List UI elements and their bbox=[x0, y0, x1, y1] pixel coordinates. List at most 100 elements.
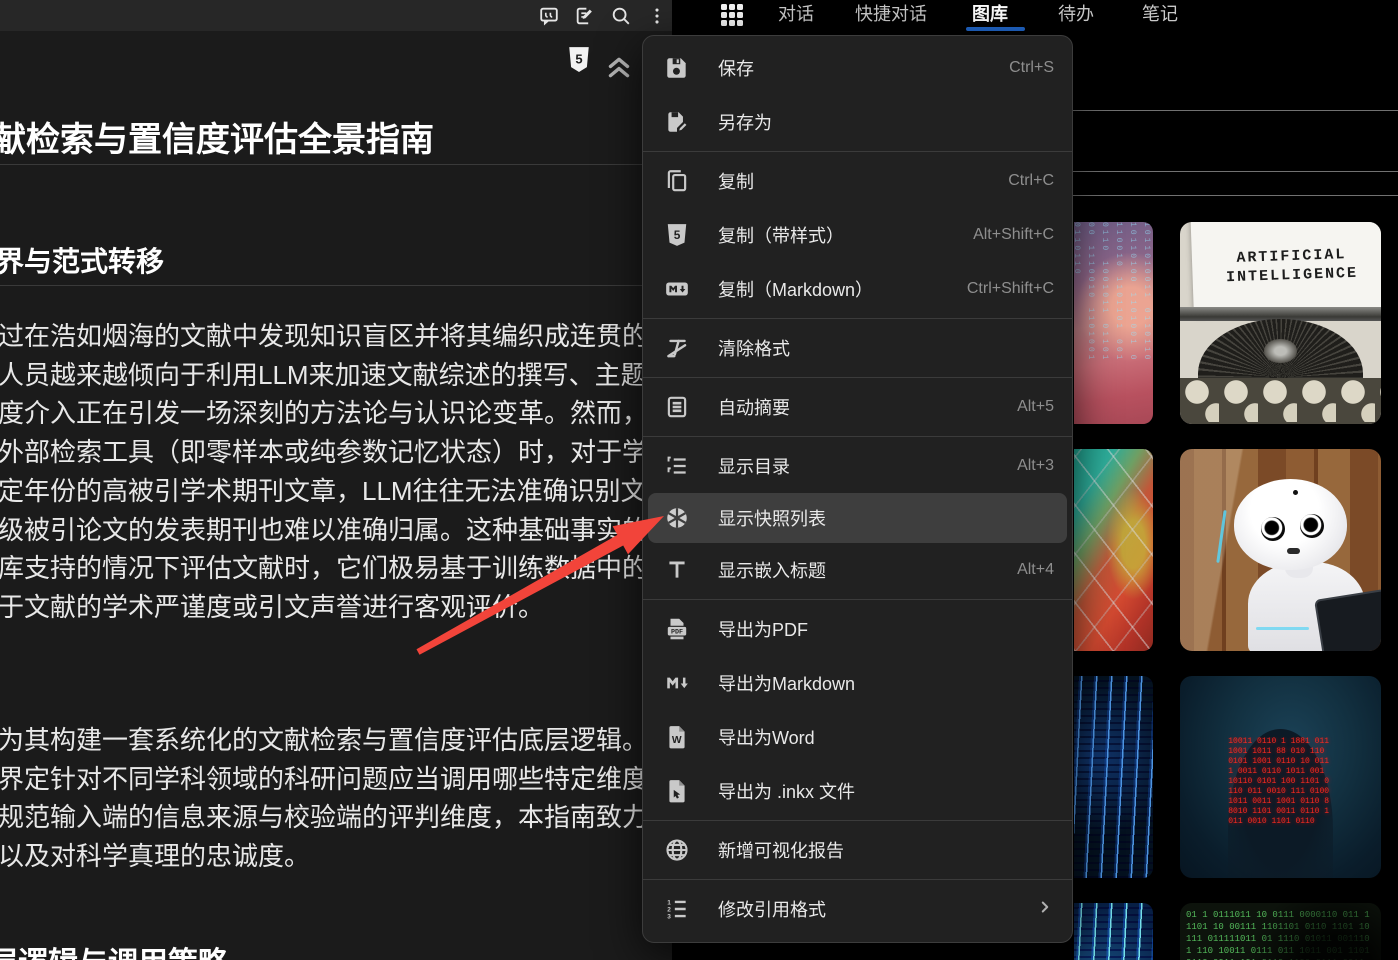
app-grid-icon[interactable] bbox=[721, 4, 745, 28]
robot-head bbox=[1234, 479, 1347, 570]
menu-item-export-markdown[interactable]: 导出为Markdown bbox=[643, 656, 1072, 710]
typewriter-hub bbox=[1264, 339, 1296, 363]
text-line: 外部检索工具（即零样本或纯参数记忆状态）时，对于学 bbox=[0, 433, 648, 472]
summary-document-icon bbox=[664, 394, 690, 420]
text-line: 过在浩如烟海的文献中发现知识盲区并将其编织成连贯的 bbox=[0, 317, 648, 356]
svg-text:W: W bbox=[672, 735, 682, 746]
menu-item-export-word[interactable]: W 导出为Word bbox=[643, 710, 1072, 764]
chainlink-fence-overlay bbox=[1074, 449, 1153, 651]
text-line: 度介入正在引发一场深刻的方法论与认识论变革。然而， bbox=[0, 394, 648, 433]
html5-badge-icon: 5 bbox=[664, 222, 690, 248]
text-line: 人员越来越倾向于利用LLM来加速文献综述的撰写、主题 bbox=[0, 356, 648, 395]
menu-divider bbox=[643, 599, 1072, 600]
menu-item-save-as[interactable]: 另存为 bbox=[643, 95, 1072, 149]
binary-code-overlay: 1011010011 0110110 10110100 1101001 0110… bbox=[1074, 222, 1153, 363]
compose-note-icon[interactable] bbox=[572, 3, 598, 29]
svg-text:5: 5 bbox=[575, 51, 582, 66]
section-heading: 界与范式转移 bbox=[0, 240, 164, 280]
kebab-menu-icon[interactable] bbox=[644, 3, 670, 29]
menu-divider bbox=[643, 318, 1072, 319]
tab-todo[interactable]: 待办 bbox=[1058, 0, 1094, 31]
menu-item-label: 复制（Markdown） bbox=[718, 276, 873, 302]
pdf-export-icon: PDF bbox=[664, 616, 690, 642]
menu-item-show-toc[interactable]: 显示目录 Alt+3 bbox=[643, 439, 1072, 493]
menu-item-auto-summary[interactable]: 自动摘要 Alt+5 bbox=[643, 380, 1072, 434]
gallery-image-neon-woman-fence[interactable] bbox=[1074, 449, 1153, 651]
menu-item-copy[interactable]: 复制 Ctrl+C bbox=[643, 154, 1072, 208]
svg-text:2: 2 bbox=[667, 906, 671, 913]
text-line: 规范输入端的信息来源与校验端的评判维度，本指南致力 bbox=[0, 798, 648, 837]
menu-item-new-visual-report[interactable]: 新增可视化报告 bbox=[643, 823, 1072, 877]
gallery-image-pepper-robot[interactable] bbox=[1180, 449, 1381, 651]
menu-item-copy-markdown[interactable]: 复制（Markdown） Ctrl+Shift+C bbox=[643, 262, 1072, 316]
collapse-double-chevron-icon[interactable] bbox=[602, 48, 636, 78]
menu-item-label: 保存 bbox=[718, 55, 754, 81]
menu-item-shortcut: Alt+4 bbox=[1017, 561, 1054, 579]
menu-divider bbox=[643, 879, 1072, 880]
submenu-arrow-icon bbox=[1036, 898, 1054, 921]
table-of-contents-icon bbox=[664, 453, 690, 479]
gallery-image-blue-matrix[interactable] bbox=[1074, 676, 1153, 878]
markdown-glyph-icon bbox=[664, 670, 690, 696]
menu-divider bbox=[643, 820, 1072, 821]
menu-item-shortcut: Ctrl+Shift+C bbox=[967, 280, 1054, 298]
robot-blue-glow bbox=[1256, 627, 1308, 630]
menu-item-label: 显示嵌入标题 bbox=[718, 557, 826, 583]
menu-item-label: 修改引用格式 bbox=[718, 896, 826, 922]
typewriter-text-line2: INTELLIGENCE bbox=[1226, 264, 1359, 288]
text-line: 定年份的高被引学术期刊文章，LLM往往无法准确识别文 bbox=[0, 472, 648, 511]
gallery-image-blue-lines[interactable] bbox=[1074, 903, 1153, 960]
menu-item-save[interactable]: 保存 Ctrl+S bbox=[643, 41, 1072, 95]
menu-item-export-pdf[interactable]: PDF 导出为PDF bbox=[643, 602, 1072, 656]
text-line: 为其构建一套系统化的文献检索与置信度评估底层逻辑。 bbox=[0, 721, 648, 760]
title-t-icon bbox=[664, 557, 690, 583]
html5-badge-icon[interactable]: 5 bbox=[566, 46, 592, 76]
svg-text:5: 5 bbox=[674, 228, 681, 242]
gallery-image-cyberpunk-portrait[interactable]: 1011010011 0110110 10110100 1101001 0110… bbox=[1074, 222, 1153, 424]
gallery-image-green-binary[interactable]: 01 1 0111011 10 0111 0000110 011 11101 1… bbox=[1180, 903, 1381, 960]
clear-format-icon bbox=[664, 335, 690, 361]
digital-streaks bbox=[1074, 676, 1153, 878]
inkx-file-icon bbox=[664, 778, 690, 804]
search-icon[interactable] bbox=[608, 3, 634, 29]
paragraph-2: 为其构建一套系统化的文献检索与置信度评估底层逻辑。 界定针对不同学科领域的科研问… bbox=[0, 721, 648, 876]
active-tab-underline bbox=[966, 27, 1025, 31]
save-as-icon bbox=[664, 109, 690, 135]
copy-icon bbox=[664, 168, 690, 194]
menu-item-label: 导出为 .inkx 文件 bbox=[718, 778, 855, 804]
text-line: 界定针对不同学科领域的科研问题应当调用哪些特定维度 bbox=[0, 760, 648, 799]
gallery-image-typewriter-ai[interactable]: ARTIFICIAL INTELLIGENCE bbox=[1180, 222, 1381, 424]
tab-chat[interactable]: 对话 bbox=[778, 0, 814, 31]
menu-item-shortcut: Alt+Shift+C bbox=[973, 226, 1054, 244]
menu-item-copy-styled[interactable]: 5 复制（带样式） Alt+Shift+C bbox=[643, 208, 1072, 262]
typewriter-paper: ARTIFICIAL INTELLIGENCE bbox=[1190, 222, 1381, 314]
text-line: 以及对科学真理的忠诚度。 bbox=[0, 837, 648, 876]
svg-text:3: 3 bbox=[667, 913, 671, 920]
menu-item-shortcut: Alt+5 bbox=[1017, 398, 1054, 416]
menu-item-label: 导出为PDF bbox=[718, 616, 808, 642]
menu-item-show-snapshot-list[interactable]: 显示快照列表 bbox=[648, 493, 1067, 543]
menu-item-label: 复制 bbox=[718, 168, 754, 194]
menu-item-label: 导出为Word bbox=[718, 724, 815, 750]
menu-item-show-embedded-title[interactable]: 显示嵌入标题 Alt+4 bbox=[643, 543, 1072, 597]
aperture-icon bbox=[664, 505, 690, 531]
menu-item-label: 显示快照列表 bbox=[718, 505, 826, 531]
menu-item-label: 清除格式 bbox=[718, 335, 790, 361]
menu-item-export-inkx[interactable]: 导出为 .inkx 文件 bbox=[643, 764, 1072, 818]
robot-mouth bbox=[1287, 548, 1300, 554]
context-menu: 保存 Ctrl+S 另存为 复制 Ctrl+C 5 复制（带样式） Alt+Sh… bbox=[642, 35, 1073, 943]
dark-hand-shape bbox=[1180, 903, 1381, 960]
menu-item-clear-format[interactable]: 清除格式 bbox=[643, 321, 1072, 375]
top-bar: 对话 快捷对话 图库 待办 笔记 bbox=[0, 0, 1398, 31]
robot-forehead-dot bbox=[1293, 490, 1298, 495]
comment-icon[interactable] bbox=[536, 3, 562, 29]
digital-streaks bbox=[1074, 903, 1153, 960]
robot-blue-glow bbox=[1217, 510, 1227, 562]
menu-item-change-citation-format[interactable]: 123 修改引用格式 bbox=[643, 882, 1072, 936]
tab-notes[interactable]: 笔记 bbox=[1142, 0, 1178, 31]
paragraph-1: 过在浩如烟海的文献中发现知识盲区并将其编织成连贯的 人员越来越倾向于利用LLM来… bbox=[0, 317, 648, 627]
tab-quick-chat[interactable]: 快捷对话 bbox=[855, 0, 927, 31]
menu-divider bbox=[643, 436, 1072, 437]
gallery-image-hooded-figure-code[interactable]: 10011 0110 1 1881 011 1001 1011 88 010 1… bbox=[1180, 676, 1381, 878]
save-icon bbox=[664, 55, 690, 81]
